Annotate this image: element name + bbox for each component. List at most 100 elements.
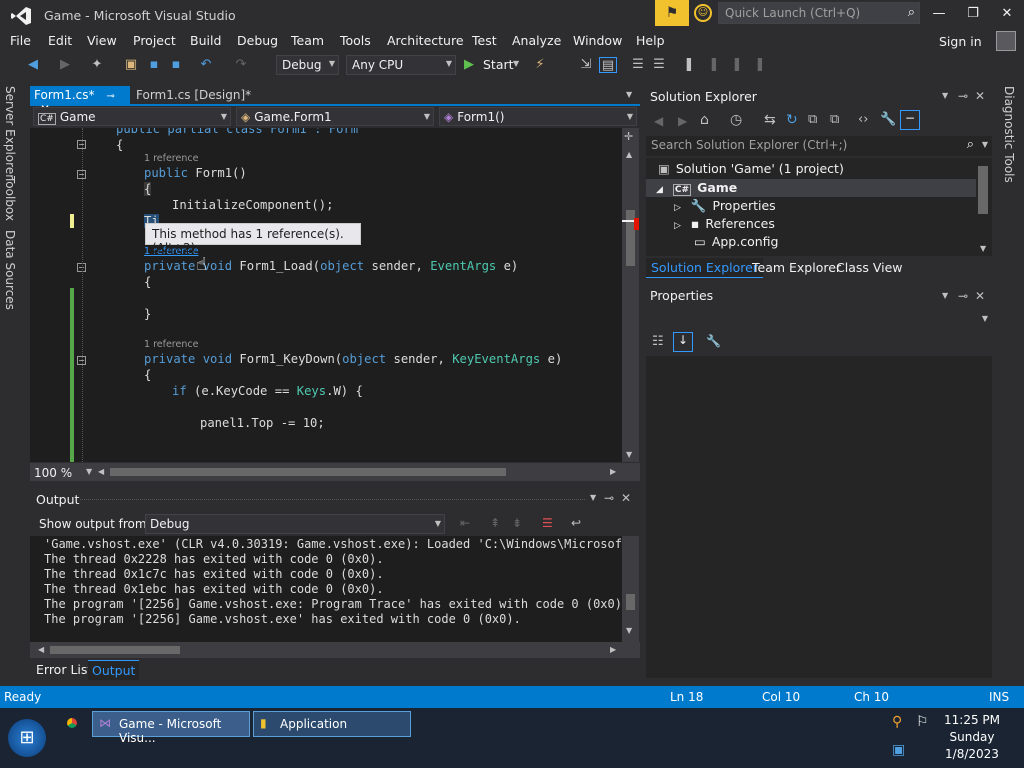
view-code-icon[interactable]: ‹›	[858, 112, 868, 127]
tab-class-view[interactable]: Class View	[836, 260, 903, 275]
find-message-icon[interactable]: ⇤	[460, 516, 470, 530]
tree-item-game-project[interactable]: ◢ C# Game	[656, 180, 737, 196]
server-explorer-tab[interactable]: Server Explorer	[3, 86, 17, 179]
clear-all-icon[interactable]: ☰	[542, 516, 553, 530]
split-icon[interactable]: ✛	[624, 130, 633, 143]
tab-team-explorer[interactable]: Team Explorer	[752, 260, 841, 275]
close-window-button[interactable]: ✕	[992, 2, 1022, 26]
forward-icon[interactable]: ▶	[678, 114, 687, 128]
output-text-area[interactable]: 'Game.vshost.exe' (CLR v4.0.30319: Game.…	[30, 536, 622, 642]
start-windows-icon[interactable]: ⊞	[8, 719, 46, 757]
toolbox-tab[interactable]: Toolbox	[3, 176, 17, 221]
back-icon[interactable]: ◀	[654, 114, 663, 128]
menu-help[interactable]: Help	[636, 33, 665, 48]
new-project-icon[interactable]: ✦	[88, 57, 106, 73]
avatar[interactable]	[996, 31, 1016, 51]
scroll-thumb[interactable]	[626, 594, 635, 610]
word-wrap-icon[interactable]: ↩	[571, 516, 581, 530]
start-button[interactable]: Start	[483, 57, 514, 72]
tab-form1-design[interactable]: Form1.cs [Design]*	[134, 86, 334, 106]
open-file-icon[interactable]: ▣	[122, 57, 140, 73]
editor-horizontal-scrollbar[interactable]: ▼ ◀ ▶	[30, 463, 640, 481]
panel-menu-icon[interactable]: ▼	[942, 91, 948, 100]
taskbar-visual-studio[interactable]: ⋈ Game - Microsoft Visu...	[92, 711, 250, 745]
zoom-level[interactable]: 100 %	[34, 466, 72, 480]
quick-launch-input[interactable]: Quick Launch (Ctrl+Q) ⌕	[718, 2, 920, 24]
tab-solution-explorer[interactable]: Solution Explorer	[646, 258, 763, 278]
pin-icon[interactable]: ⊸	[604, 491, 614, 505]
panel-menu-icon[interactable]: ▼	[942, 291, 948, 300]
object-selector-dropdown[interactable]: ▼	[646, 308, 992, 328]
menu-architecture[interactable]: Architecture	[387, 33, 464, 48]
scroll-down-icon[interactable]: ▼	[626, 450, 632, 459]
member-dropdown[interactable]: ◈ Form1() ▼	[439, 107, 637, 126]
menu-file[interactable]: File	[10, 33, 31, 48]
tree-item-app-config[interactable]: ▭ App.config	[694, 234, 778, 249]
show-all-files-icon[interactable]: ⧉	[830, 112, 839, 127]
flag-tray-icon[interactable]: ⚐	[916, 714, 929, 730]
tab-error-list[interactable]: Error List	[36, 662, 92, 677]
alphabetical-icon[interactable]: ↓	[673, 332, 693, 352]
output-vertical-scrollbar[interactable]: ▼	[622, 536, 639, 642]
menu-view[interactable]: View	[87, 33, 117, 48]
back-icon[interactable]: ◀	[24, 57, 42, 73]
close-panel-icon[interactable]: ✕	[975, 89, 985, 103]
menu-build[interactable]: Build	[190, 33, 221, 48]
redo-icon[interactable]: ↷	[232, 57, 250, 73]
output-source-dropdown[interactable]: Debug ▼	[145, 514, 445, 534]
class-dropdown[interactable]: ◈ Game.Form1 ▼	[236, 107, 434, 126]
tree-item-references[interactable]: ▷ ▪ References	[674, 216, 775, 231]
sign-in-link[interactable]: Sign in	[939, 34, 982, 49]
zoom-dropdown-icon[interactable]: ▼	[86, 467, 92, 476]
code-editor[interactable]: − − − − public partial class Form1 : For…	[30, 128, 622, 462]
editor-vertical-scrollbar[interactable]: ✛ ▲ ▼	[622, 128, 639, 462]
collapsed-arrow-icon[interactable]: ▷	[674, 221, 681, 231]
tree-item-properties[interactable]: ▷ 🔧 Properties	[674, 198, 776, 214]
solution-tree[interactable]: ▣ Solution 'Game' (1 project) ◢ C# Game ▷ 🔧 P…	[646, 158, 992, 256]
hscroll-thumb[interactable]	[50, 646, 180, 654]
tree-scroll-thumb[interactable]	[978, 166, 988, 214]
save-all-icon[interactable]: ▪	[167, 57, 185, 73]
menu-window[interactable]: Window	[573, 33, 622, 48]
preview-selected-icon[interactable]: −	[900, 110, 920, 130]
clear-bookmarks-icon[interactable]: ❚	[751, 57, 769, 73]
menu-project[interactable]: Project	[133, 33, 176, 48]
solution-search-input[interactable]: Search Solution Explorer (Ctrl+;) ⌕ ▼	[646, 136, 992, 156]
collapse-all-icon[interactable]: ⧉	[808, 112, 817, 127]
close-panel-icon[interactable]: ✕	[621, 491, 631, 505]
codelens-reference[interactable]: 1 reference	[144, 339, 198, 350]
project-dropdown[interactable]: C# Game ▼	[33, 107, 231, 126]
scroll-right-icon[interactable]: ▶	[610, 645, 616, 654]
pin-icon[interactable]: ⊸	[106, 91, 114, 102]
search-tray-icon[interactable]: ⚲	[892, 714, 902, 730]
pending-changes-icon[interactable]: ◷	[730, 112, 742, 128]
menu-test[interactable]: Test	[472, 33, 497, 48]
next-message-icon[interactable]: ⇟	[512, 516, 522, 530]
start-play-icon[interactable]: ▶	[464, 57, 474, 72]
diagnostic-tools-tab[interactable]: Diagnostic Tools	[1002, 86, 1016, 183]
properties-wrench-icon[interactable]: 🔧	[880, 112, 896, 127]
chrome-icon[interactable]	[62, 713, 82, 733]
output-horizontal-scrollbar[interactable]: ◀ ▶	[30, 642, 640, 658]
expanded-arrow-icon[interactable]: ◢	[656, 185, 663, 195]
maximize-button[interactable]: ❐	[958, 2, 988, 26]
pin-icon[interactable]: ⊸	[958, 289, 968, 303]
menu-team[interactable]: Team	[291, 33, 324, 48]
categorized-icon[interactable]: ☷	[652, 334, 664, 349]
property-pages-icon[interactable]: 🔧	[706, 334, 721, 348]
smiley-feedback-icon[interactable]: ☺	[694, 4, 712, 22]
show-threads-icon[interactable]: ▤	[599, 57, 617, 73]
codelens-reference[interactable]: 1 reference	[144, 153, 198, 164]
scroll-up-icon[interactable]: ▲	[626, 150, 632, 159]
scroll-down-icon[interactable]: ▼	[980, 244, 986, 253]
panel-menu-icon[interactable]: ▼	[590, 493, 596, 502]
next-bookmark-icon[interactable]: ❚	[728, 57, 746, 73]
tab-output[interactable]: Output	[88, 660, 140, 680]
menu-tools[interactable]: Tools	[340, 33, 371, 48]
menu-debug[interactable]: Debug	[237, 33, 278, 48]
hscroll-thumb[interactable]	[110, 468, 506, 476]
forward-icon[interactable]: ▶	[56, 57, 74, 73]
platform-dropdown[interactable]: Any CPU ▼	[346, 55, 456, 75]
scroll-left-icon[interactable]: ◀	[98, 467, 104, 476]
comment-icon[interactable]: ☰	[629, 57, 647, 73]
